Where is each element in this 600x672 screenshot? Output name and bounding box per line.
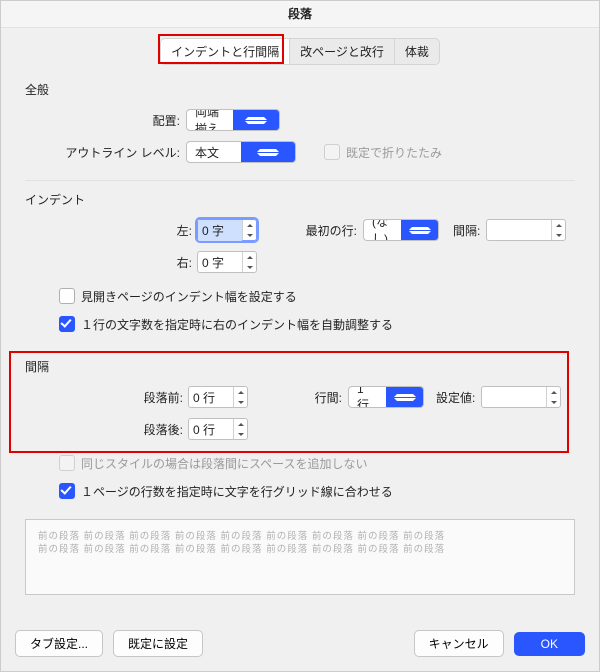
spacing-after-value: 0 行 [189, 419, 233, 440]
firstline-label: 最初の行: [287, 222, 363, 239]
spacing-at-value [482, 395, 546, 399]
ok-button[interactable]: OK [514, 632, 585, 656]
section-general-title: 全般 [25, 81, 575, 98]
checkbox-icon [59, 455, 75, 471]
stepper-icon[interactable] [546, 387, 560, 407]
fold-label: 既定で折りたたみ [346, 144, 442, 161]
mirror-indent-checkbox[interactable]: 見開きページのインデント幅を設定する [59, 288, 297, 305]
stepper-icon[interactable] [242, 220, 256, 240]
spacing-before-input[interactable]: 0 行 [188, 386, 248, 408]
same-style-no-space-label: 同じスタイルの場合は段落間にスペースを追加しない [81, 455, 368, 472]
spacing-after-label: 段落後: [25, 421, 188, 438]
tabbar: インデントと行間隔 改ページと改行 体裁 [1, 28, 599, 71]
spacing-after-input[interactable]: 0 行 [188, 418, 248, 440]
snap-to-grid-label: １ページの行数を指定時に文字を行グリッド線に合わせる [81, 483, 393, 500]
stepper-icon[interactable] [551, 220, 565, 240]
chevron-updown-icon [386, 386, 423, 408]
checkbox-icon [324, 144, 340, 160]
indent-width-value [487, 228, 551, 232]
preview-line: 前の段落 前の段落 前の段落 前の段落 前の段落 前の段落 前の段落 前の段落 … [38, 543, 562, 556]
auto-adjust-indent-label: １行の文字数を指定時に右のインデント幅を自動調整する [81, 316, 393, 333]
checkbox-icon [59, 316, 75, 332]
indent-width-label: 間隔: [453, 222, 486, 239]
segmented-control: インデントと行間隔 改ページと改行 体裁 [160, 38, 440, 65]
dialog-body: 全般 配置: 両端揃え アウトライン レベル: 本文 既定で折りたたみ インデン… [1, 71, 599, 620]
indent-left-value: 0 字 [198, 220, 242, 241]
stepper-icon[interactable] [233, 419, 247, 439]
firstline-select[interactable]: (なし) [363, 219, 439, 241]
stepper-icon[interactable] [242, 252, 256, 272]
preview-line: 前の段落 前の段落 前の段落 前の段落 前の段落 前の段落 前の段落 前の段落 … [38, 530, 562, 543]
line-spacing-select[interactable]: 1 行 [348, 386, 424, 408]
alignment-value: 両端揃え [187, 109, 233, 131]
window-title: 段落 [1, 1, 599, 28]
checkbox-icon [59, 483, 75, 499]
outline-level-select[interactable]: 本文 [186, 141, 296, 163]
spacing-before-label: 段落前: [25, 389, 188, 406]
line-spacing-label: 行間: [300, 389, 348, 406]
checkbox-icon [59, 288, 75, 304]
spacing-at-input[interactable] [481, 386, 561, 408]
alignment-label: 配置: [25, 112, 186, 129]
line-spacing-value: 1 行 [349, 386, 386, 408]
auto-adjust-indent-checkbox[interactable]: １行の文字数を指定時に右のインデント幅を自動調整する [59, 316, 393, 333]
snap-to-grid-checkbox[interactable]: １ページの行数を指定時に文字を行グリッド線に合わせる [59, 483, 393, 500]
tab-page-break[interactable]: 改ページと改行 [290, 39, 395, 64]
indent-right-label: 右: [25, 254, 197, 271]
cancel-button[interactable]: キャンセル [414, 630, 504, 657]
mirror-indent-label: 見開きページのインデント幅を設定する [81, 288, 297, 305]
outline-level-value: 本文 [187, 142, 241, 163]
tab-indent-spacing[interactable]: インデントと行間隔 [161, 39, 290, 64]
section-indent-title: インデント [25, 191, 575, 208]
chevron-updown-icon [401, 219, 438, 241]
paragraph-dialog: 段落 インデントと行間隔 改ページと改行 体裁 全般 配置: 両端揃え アウトラ… [0, 0, 600, 672]
chevron-updown-icon [241, 141, 295, 163]
set-default-button[interactable]: 既定に設定 [113, 630, 203, 657]
alignment-select[interactable]: 両端揃え [186, 109, 280, 131]
indent-width-input[interactable] [486, 219, 566, 241]
section-spacing-title: 間隔 [25, 358, 575, 375]
outline-level-label: アウトライン レベル: [25, 144, 186, 161]
same-style-no-space-checkbox: 同じスタイルの場合は段落間にスペースを追加しない [59, 455, 368, 472]
tabs-button[interactable]: タブ設定... [15, 630, 103, 657]
firstline-value: (なし) [364, 219, 401, 241]
preview-box: 前の段落 前の段落 前の段落 前の段落 前の段落 前の段落 前の段落 前の段落 … [25, 519, 575, 595]
stepper-icon[interactable] [233, 387, 247, 407]
chevron-updown-icon [233, 109, 279, 131]
spacing-at-label: 設定値: [436, 389, 481, 406]
tab-style[interactable]: 体裁 [395, 39, 439, 64]
indent-right-value: 0 字 [198, 252, 242, 273]
dialog-footer: タブ設定... 既定に設定 キャンセル OK [1, 620, 599, 671]
indent-right-input[interactable]: 0 字 [197, 251, 257, 273]
indent-left-label: 左: [25, 222, 197, 239]
fold-by-default-checkbox: 既定で折りたたみ [324, 144, 442, 161]
indent-left-input[interactable]: 0 字 [197, 219, 257, 241]
spacing-before-value: 0 行 [189, 387, 233, 408]
